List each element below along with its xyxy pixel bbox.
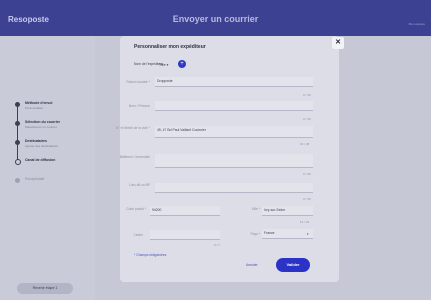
company-label: Raison sociale * — [126, 80, 150, 84]
city-label: Ville * — [251, 207, 260, 211]
chevron-down-icon: ▾ — [307, 232, 309, 236]
step-2: Sélection du courrier Sélectionner un co… — [15, 119, 93, 141]
building-label: Bâtiment / Immeuble — [119, 155, 150, 159]
step-current-ring-icon — [15, 159, 21, 165]
required-note: * Champs obligatoires — [134, 253, 167, 257]
building-counter: 0 / 38 — [303, 172, 311, 176]
street-field[interactable]: 45, 47 Bd Paul Vaillant Couturier — [155, 126, 313, 138]
country-select[interactable]: France — [262, 229, 313, 239]
page-title: Envoyer un courrier — [172, 14, 259, 24]
cedex-field[interactable] — [150, 230, 220, 240]
country-label: Pays * — [250, 232, 260, 236]
bp-field[interactable] — [155, 183, 313, 193]
street-label: N° et libellé de la voie * — [116, 126, 150, 130]
cedex-counter: 0 / 7 — [214, 243, 220, 247]
company-field[interactable]: Dropposte — [155, 77, 313, 87]
step-4: Canal de diffusion — [15, 157, 93, 176]
add-sender-icon[interactable]: + — [178, 60, 186, 68]
company-counter: 9 / 38 — [303, 93, 311, 97]
stepper: Méthode d'envoi Personnaliser Sélection … — [15, 100, 93, 195]
step-subtitle: Sélectionner un courrier — [25, 125, 57, 129]
sender-select[interactable]: Titre ▾ — [159, 63, 168, 67]
city-counter: 14 / 32 — [300, 220, 310, 224]
bp-label: Lieu-dit ou BP — [129, 183, 150, 187]
step-1: Méthode d'envoi Personnaliser — [15, 100, 93, 122]
back-step-button[interactable]: Revenir étape 1 — [17, 283, 73, 294]
top-header: Resoposte Envoyer un courrier Mon espace — [0, 0, 431, 36]
street-counter: 33 / 38 — [300, 142, 310, 146]
header-account-link[interactable]: Mon espace — [409, 22, 425, 26]
step-5: Récapitulatif — [15, 176, 93, 195]
step-title: Méthode d'envoi — [25, 101, 53, 105]
city-field[interactable]: Ivry-sur-Seine — [262, 206, 313, 216]
step-title: Destinataires — [25, 139, 47, 143]
cancel-button[interactable]: Annuler — [246, 263, 258, 267]
dept-counter: 0 / 38 — [303, 117, 311, 121]
step-title: Canal de diffusion — [25, 158, 56, 162]
validate-button[interactable]: Valider — [276, 258, 310, 272]
close-icon[interactable]: ✕ — [332, 37, 344, 49]
dept-label: Nom / Prénom — [128, 104, 150, 108]
step-title: Sélection du courrier — [25, 120, 61, 124]
postcode-field[interactable]: 94200 — [150, 206, 220, 216]
building-field[interactable] — [155, 154, 313, 168]
postcode-label: Code postal * — [126, 207, 146, 211]
bp-counter: 0 / 38 — [303, 197, 311, 201]
step-3: Destinataires Ajouter des destinataires — [15, 138, 93, 160]
step-title: Récapitulatif — [25, 177, 45, 181]
dept-field[interactable] — [155, 101, 313, 111]
modal-title: Personnaliser mon expéditeur — [134, 44, 206, 50]
step-subtitle: Ajouter des destinataires — [25, 144, 59, 148]
cedex-label: Cedex — [133, 233, 143, 237]
step-subtitle: Personnaliser — [25, 106, 44, 110]
step-pending-dot-icon — [15, 178, 20, 183]
